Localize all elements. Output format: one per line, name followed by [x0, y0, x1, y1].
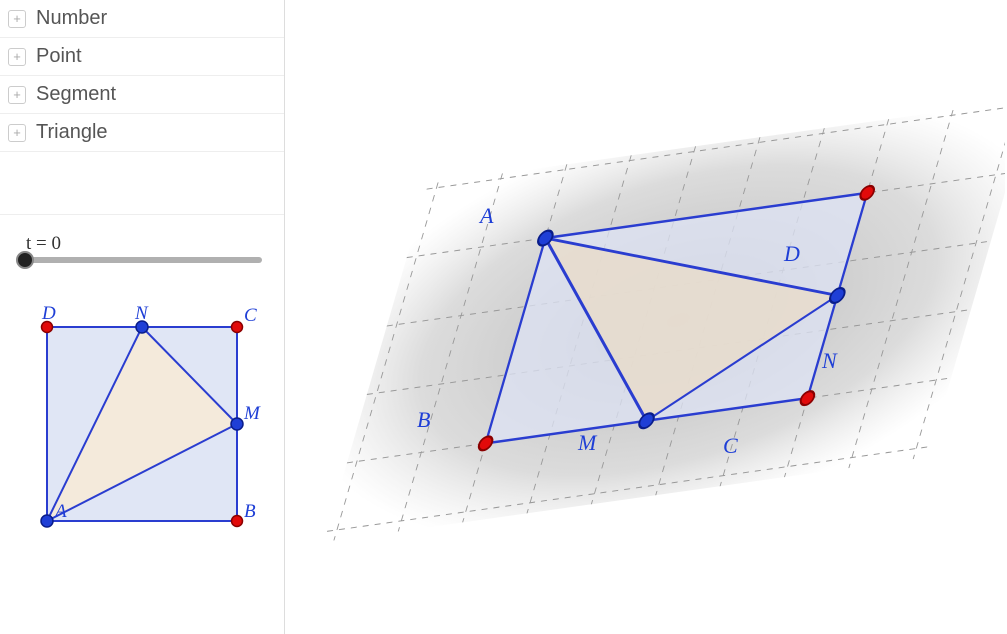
mini-label-m: M — [243, 403, 261, 424]
mini-point-m[interactable] — [231, 418, 243, 430]
main-label-d: D — [783, 241, 800, 266]
slider-thumb[interactable] — [16, 251, 34, 269]
main-label-m: M — [577, 430, 598, 455]
main-label-n: N — [821, 348, 838, 373]
object-group-label: Segment — [36, 83, 116, 106]
mini-point-b[interactable] — [232, 516, 243, 527]
object-group-label: Triangle — [36, 121, 108, 144]
mini-point-c[interactable] — [232, 322, 243, 333]
main-label-c: C — [723, 433, 738, 458]
main-label-a: A — [478, 203, 494, 228]
mini-label-c: C — [244, 305, 257, 326]
slider-panel: t = 0 — [0, 215, 284, 269]
expand-icon[interactable]: + — [8, 48, 26, 66]
mini-label-d: D — [41, 303, 56, 324]
object-group-point[interactable]: + Point — [0, 38, 284, 76]
object-group-label: Number — [36, 7, 107, 30]
object-group-number[interactable]: + Number — [0, 0, 284, 38]
algebra-panel: + Number + Point + Segment + Triangle t … — [0, 0, 285, 634]
mini-label-n: N — [134, 303, 149, 324]
mini-2d-view[interactable]: A B C D M N — [22, 289, 262, 549]
slider-label: t = 0 — [26, 233, 266, 255]
main-label-b: B — [417, 407, 430, 432]
expand-icon[interactable]: + — [8, 124, 26, 142]
main-3d-view[interactable]: A D N B M C — [285, 0, 1007, 634]
expand-icon[interactable]: + — [8, 86, 26, 104]
object-type-list: + Number + Point + Segment + Triangle — [0, 0, 284, 152]
mini-label-b: B — [244, 501, 256, 522]
mini-point-a[interactable] — [41, 515, 53, 527]
object-group-label: Point — [36, 45, 82, 68]
object-group-segment[interactable]: + Segment — [0, 76, 284, 114]
expand-icon[interactable]: + — [8, 10, 26, 28]
object-group-triangle[interactable]: + Triangle — [0, 114, 284, 152]
mini-label-a: A — [53, 501, 67, 522]
slider-t[interactable] — [22, 257, 262, 263]
